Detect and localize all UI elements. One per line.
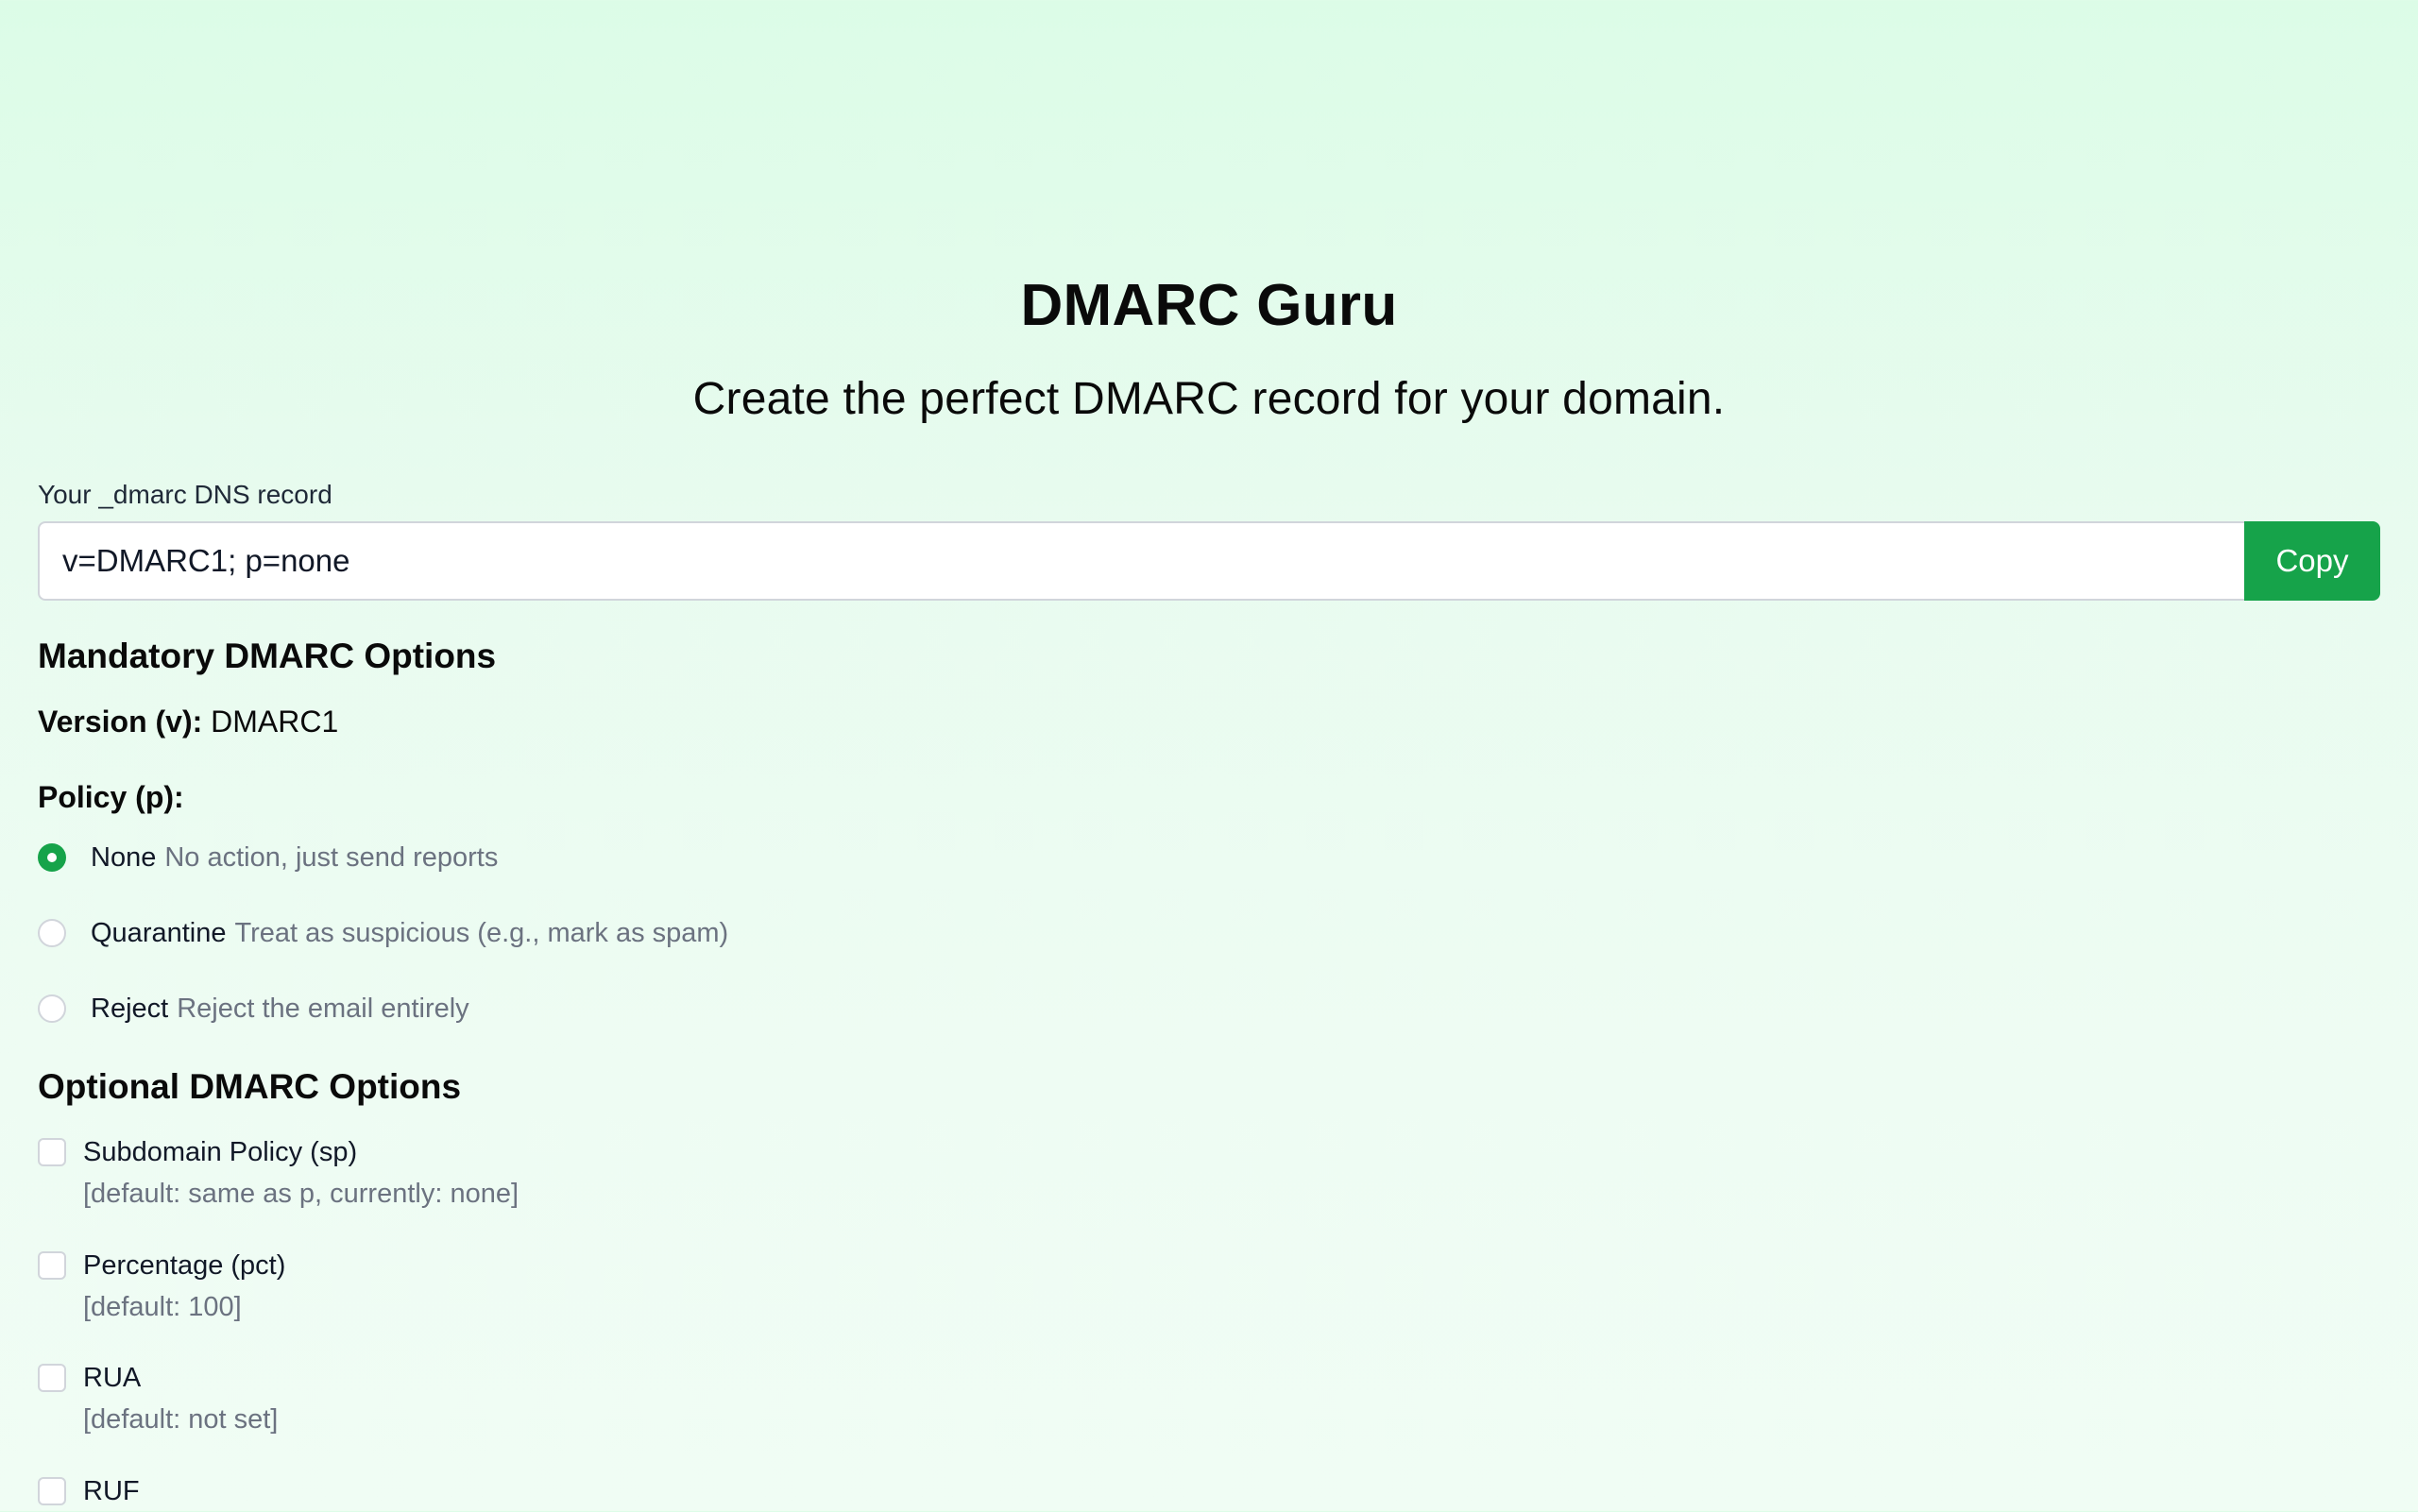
policy-option-quarantine[interactable]: Quarantine Treat as suspicious (e.g., ma…: [38, 912, 728, 954]
record-label: Your _dmarc DNS record: [38, 480, 332, 509]
optional-option-default: [default: not set]: [83, 1404, 279, 1435]
radio-quarantine[interactable]: [38, 919, 66, 947]
policy-label: Policy (p):: [38, 780, 184, 814]
optional-option-label: Percentage (pct): [83, 1249, 286, 1281]
optional-option-default: [default: 100]: [83, 1292, 242, 1322]
record-row: Copy: [38, 521, 2380, 601]
policy-option-description: No action, just send reports: [164, 841, 499, 873]
optional-option-default: [default: same as p, currently: none]: [83, 1179, 519, 1209]
optional-option-label: RUA: [83, 1362, 142, 1393]
radio-reject[interactable]: [38, 994, 66, 1023]
policy-option-description: Treat as suspicious (e.g., mark as spam): [234, 917, 729, 948]
optional-option-label: Subdomain Policy (sp): [83, 1136, 358, 1167]
checkbox-pct[interactable]: [38, 1251, 66, 1280]
policy-option-reject[interactable]: Reject Reject the email entirely: [38, 988, 469, 1029]
optional-option-label: RUF: [83, 1475, 140, 1506]
page-title: DMARC Guru: [1020, 273, 1398, 338]
policy-option-none[interactable]: None No action, just send reports: [38, 837, 498, 878]
policy-option-name: None: [91, 841, 157, 873]
mandatory-options-heading: Mandatory DMARC Options: [38, 637, 497, 675]
copy-button[interactable]: Copy: [2244, 521, 2380, 601]
page-subtitle: Create the perfect DMARC record for your…: [692, 374, 1726, 424]
policy-option-description: Reject the email entirely: [177, 993, 469, 1024]
optional-option-pct[interactable]: Percentage (pct): [38, 1245, 285, 1286]
version-value: DMARC1: [211, 705, 339, 739]
radio-none[interactable]: [38, 843, 66, 872]
version-label: Version (v):: [38, 705, 203, 739]
policy-option-name: Reject: [91, 993, 169, 1024]
optional-option-sp[interactable]: Subdomain Policy (sp): [38, 1131, 357, 1173]
policy-option-name: Quarantine: [91, 917, 227, 948]
checkbox-ruf[interactable]: [38, 1477, 66, 1505]
optional-options-heading: Optional DMARC Options: [38, 1067, 462, 1106]
version-line: Version (v): DMARC1: [38, 701, 338, 742]
dmarc-record-input[interactable]: [38, 521, 2244, 601]
checkbox-sp[interactable]: [38, 1138, 66, 1166]
checkbox-rua[interactable]: [38, 1364, 66, 1392]
optional-option-ruf[interactable]: RUF: [38, 1470, 140, 1512]
optional-option-rua[interactable]: RUA: [38, 1357, 141, 1399]
